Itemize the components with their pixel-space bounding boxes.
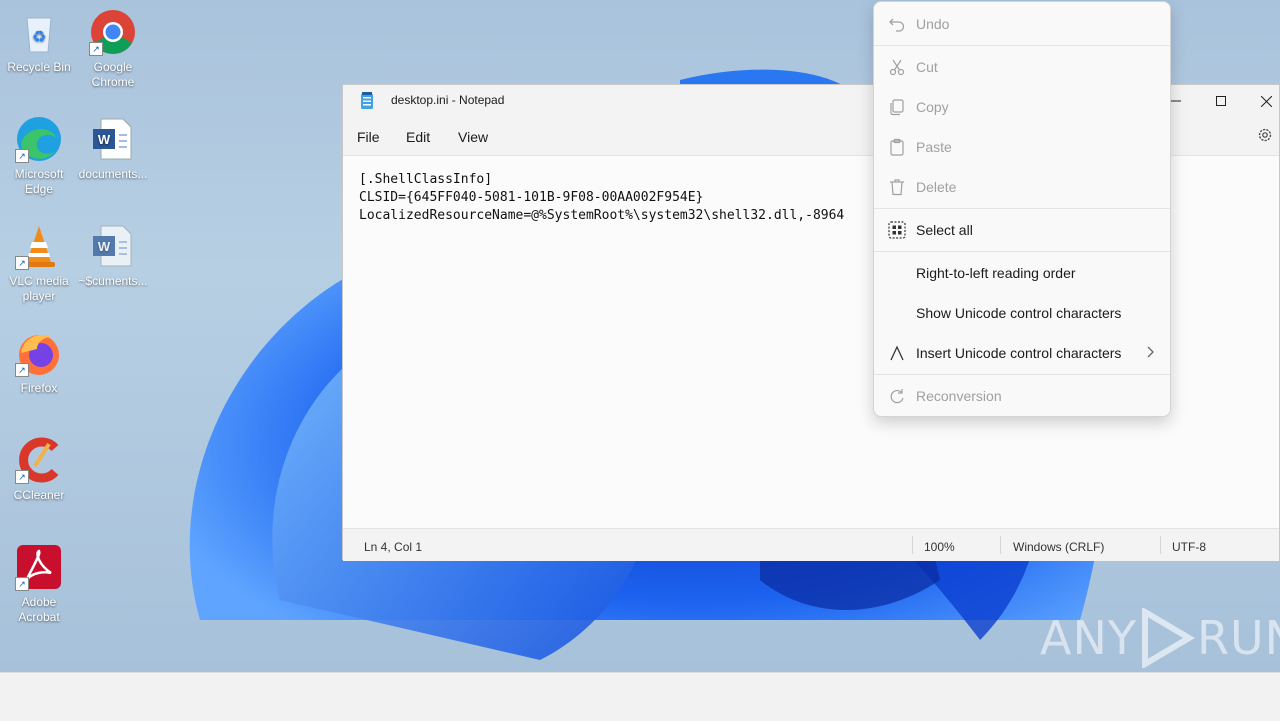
word-document-icon: W: [89, 222, 137, 270]
menu-item-rtl-reading-order[interactable]: Right-to-left reading order: [874, 253, 1170, 293]
desktop-icon-label: Adobe Acrobat: [18, 595, 60, 624]
menu-item-label: Copy: [916, 99, 949, 115]
acrobat-icon: ↗: [15, 543, 63, 591]
menu-item-label: Undo: [916, 16, 950, 32]
menu-item-label: Right-to-left reading order: [916, 265, 1076, 281]
watermark-left-text: ANY: [1040, 611, 1137, 665]
desktop-icon-label: Recycle Bin: [7, 60, 71, 74]
shortcut-arrow-icon: ↗: [15, 363, 29, 377]
menu-view[interactable]: View: [458, 129, 488, 145]
window-title: desktop.ini - Notepad: [391, 93, 505, 107]
desktop-icon-label: Microsoft Edge: [14, 167, 64, 196]
menu-item-cut[interactable]: Cut: [874, 47, 1170, 87]
desktop-icon-ccleaner[interactable]: ↗ CCleaner: [1, 432, 77, 503]
maximize-button[interactable]: [1198, 85, 1244, 117]
menu-divider: [874, 45, 1170, 46]
desktop-icon-label: CCleaner: [13, 488, 65, 502]
desktop-icon-label: Google Chrome: [91, 60, 135, 89]
menu-file[interactable]: File: [357, 129, 380, 145]
shortcut-arrow-icon: ↗: [15, 470, 29, 484]
trash-icon: [890, 179, 904, 196]
menu-item-copy[interactable]: Copy: [874, 87, 1170, 127]
menu-item-show-unicode-control[interactable]: Show Unicode control characters: [874, 293, 1170, 333]
menu-item-insert-unicode-control[interactable]: Insert Unicode control characters: [874, 333, 1170, 373]
text-line: LocalizedResourceName=@%SystemRoot%\syst…: [359, 208, 845, 223]
chrome-icon: ↗: [89, 8, 137, 56]
recycle-bin-icon: ♻: [15, 8, 63, 56]
desktop-icon-temp-document[interactable]: W ~$cuments...: [75, 218, 151, 289]
status-divider: [1000, 536, 1001, 554]
shortcut-arrow-icon: ↗: [15, 577, 29, 591]
edge-icon: ↗: [15, 115, 63, 163]
taskbar: [0, 672, 1280, 721]
desktop-icon-vlc[interactable]: ↗ VLC media player: [1, 218, 77, 304]
maximize-icon: [1216, 96, 1226, 106]
zoom-level: 100%: [924, 540, 955, 554]
shortcut-arrow-icon: ↗: [15, 149, 29, 163]
edit-context-menu: Undo Cut Copy Paste Delete Select all Ri…: [873, 1, 1171, 417]
menu-item-label: Cut: [916, 59, 938, 75]
text-line: [.ShellClassInfo]: [359, 172, 493, 187]
desktop-icon-label: ~$cuments...: [78, 274, 148, 288]
shortcut-arrow-icon: ↗: [89, 42, 103, 56]
play-logo-icon: [1141, 608, 1195, 668]
notepad-icon: [359, 92, 375, 115]
desktop-icon-documents[interactable]: W documents...: [75, 111, 151, 182]
anyrun-watermark: ANY RUN: [1040, 606, 1280, 670]
status-divider: [1160, 536, 1161, 554]
desktop-icon-firefox[interactable]: ↗ Firefox: [1, 325, 77, 396]
desktop-icon-label: VLC media player: [9, 274, 69, 303]
status-divider: [912, 536, 913, 554]
cursor-position: Ln 4, Col 1: [364, 540, 423, 554]
firefox-icon: ↗: [15, 329, 63, 377]
reconversion-icon: [890, 389, 904, 404]
desktop: ANY RUN ♻ Recycle Bin ↗ Google Chrome ↗ …: [0, 0, 1280, 672]
menu-item-label: Paste: [916, 139, 952, 155]
status-bar: Ln 4, Col 1 100% Windows (CRLF) UTF-8: [343, 528, 1279, 561]
caret-icon: [890, 345, 904, 361]
svg-text:W: W: [98, 239, 111, 254]
svg-text:♻: ♻: [32, 29, 46, 46]
desktop-icon-label: documents...: [78, 167, 148, 181]
menu-divider: [874, 251, 1170, 252]
svg-text:W: W: [98, 132, 111, 147]
undo-icon: [889, 18, 905, 32]
select-all-icon: [888, 221, 906, 239]
menu-item-undo[interactable]: Undo: [874, 4, 1170, 44]
menu-item-label: Reconversion: [916, 388, 1002, 404]
line-ending: Windows (CRLF): [1013, 540, 1105, 554]
desktop-icon-label: Firefox: [20, 381, 58, 395]
word-document-icon: W: [89, 115, 137, 163]
close-icon: [1260, 95, 1272, 107]
menu-item-label: Select all: [916, 222, 973, 238]
close-button[interactable]: [1243, 85, 1280, 117]
menu-divider: [874, 208, 1170, 209]
menu-item-label: Show Unicode control characters: [916, 305, 1122, 321]
menu-item-select-all[interactable]: Select all: [874, 210, 1170, 250]
menu-edit[interactable]: Edit: [406, 129, 430, 145]
menu-item-label: Insert Unicode control characters: [916, 345, 1122, 361]
clipboard-icon: [890, 138, 904, 156]
desktop-icon-microsoft-edge[interactable]: ↗ Microsoft Edge: [1, 111, 77, 197]
menu-item-paste[interactable]: Paste: [874, 127, 1170, 167]
ccleaner-icon: ↗: [15, 436, 63, 484]
scissors-icon: [889, 59, 905, 76]
desktop-icon-recycle-bin[interactable]: ♻ Recycle Bin: [1, 4, 77, 75]
menu-item-delete[interactable]: Delete: [874, 167, 1170, 207]
menu-divider: [874, 374, 1170, 375]
menu-item-reconversion[interactable]: Reconversion: [874, 376, 1170, 416]
copy-icon: [890, 99, 904, 116]
shortcut-arrow-icon: ↗: [15, 256, 29, 270]
text-line: CLSID={645FF040-5081-101B-9F08-00AA002F9…: [359, 190, 704, 205]
watermark-right-text: RUN: [1196, 611, 1280, 665]
desktop-icon-adobe-acrobat[interactable]: ↗ Adobe Acrobat: [1, 539, 77, 625]
encoding: UTF-8: [1172, 540, 1206, 554]
minimize-icon: [1171, 100, 1181, 102]
desktop-icon-google-chrome[interactable]: ↗ Google Chrome: [75, 4, 151, 90]
settings-gear-icon[interactable]: [1257, 127, 1273, 148]
vlc-cone-icon: ↗: [15, 222, 63, 270]
chevron-right-icon: [1147, 346, 1154, 358]
menu-item-label: Delete: [916, 179, 957, 195]
